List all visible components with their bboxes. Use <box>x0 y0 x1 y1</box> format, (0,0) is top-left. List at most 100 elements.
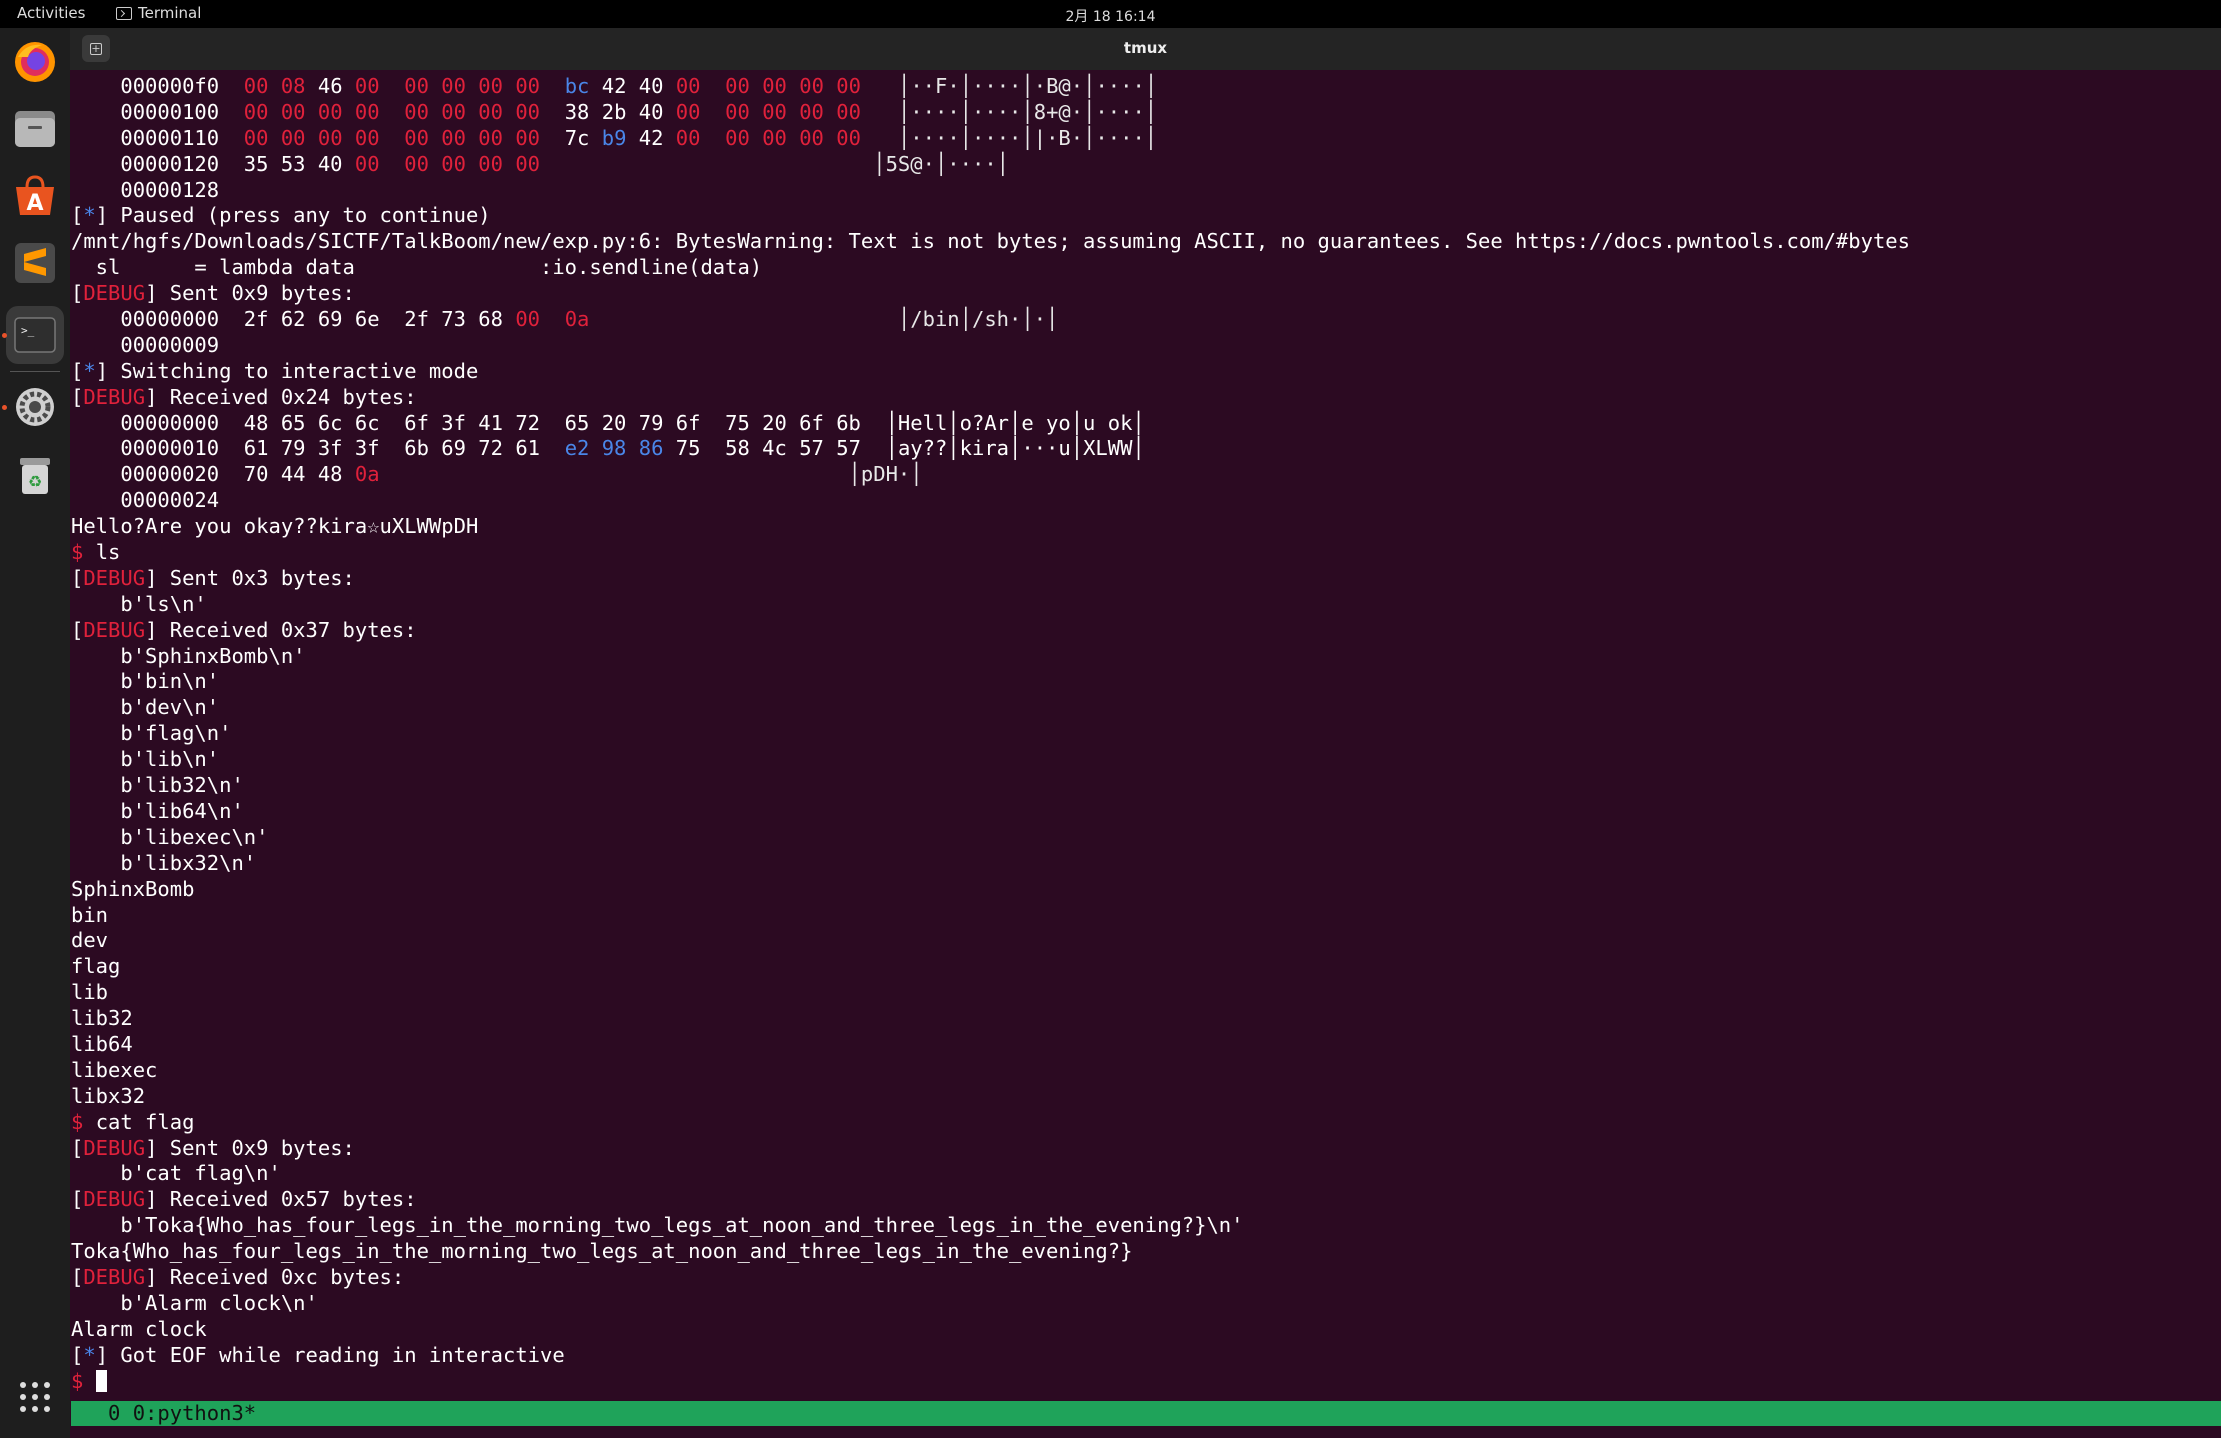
terminal-line: 00000010 61 79 3f 3f 6b 69 72 61 e2 98 8… <box>71 436 2221 462</box>
terminal-text: b'lib32\n' <box>71 773 244 798</box>
app-grid-icon <box>20 1382 50 1412</box>
terminal-text: 00 00 00 00 00 <box>675 125 861 150</box>
terminal-line: bin <box>71 903 2221 929</box>
dock-sublime-text[interactable] <box>6 234 64 292</box>
terminal-line: b'libexec\n' <box>71 825 2221 851</box>
terminal-output[interactable]: 000000f0 00 08 46 00 00 00 00 00 bc 42 4… <box>71 74 2221 1394</box>
terminal-line: libexec <box>71 1058 2221 1084</box>
terminal-text: DEBUG <box>83 384 146 409</box>
terminal-text: cat flag <box>95 1109 195 1134</box>
terminal-line: 00000128 <box>71 178 2221 204</box>
terminal-window: tmux 000000f0 00 08 46 00 00 00 00 00 bc… <box>70 28 2221 1438</box>
terminal-text: [ <box>71 384 84 409</box>
terminal-text: │/bin│/sh·│·│ <box>589 307 1059 332</box>
terminal-text: 00000020 70 44 48 <box>71 462 355 487</box>
terminal-line: 00000100 00 00 00 00 00 00 00 00 38 2b 4… <box>71 100 2221 126</box>
terminal-text: [ <box>71 1342 84 1367</box>
terminal-text: │····│····│|·B·│····│ <box>860 125 1158 150</box>
terminal-text: b'lib64\n' <box>71 798 244 823</box>
terminal-line: b'Toka{Who_has_four_legs_in_the_morning_… <box>71 1213 2221 1239</box>
terminal-line: lib32 <box>71 1006 2221 1032</box>
terminal-line: b'lib64\n' <box>71 799 2221 825</box>
clock[interactable]: 2月 18 16:14 <box>0 6 2221 26</box>
terminal-text: 75 58 4c 57 57 │ay??│kira│···u│XLWW│ <box>675 436 1145 461</box>
terminal-text: │··F·│····│·B@·│····│ <box>860 74 1158 98</box>
terminal-line: b'Alarm clock\n' <box>71 1291 2221 1317</box>
terminal-text: $ <box>71 540 96 565</box>
terminal-line: [DEBUG] Received 0x37 bytes: <box>71 618 2221 644</box>
terminal-text: │5S@·│····│ <box>540 151 1010 176</box>
dock-trash[interactable]: ♻ <box>6 446 64 504</box>
svg-text:A: A <box>26 191 43 216</box>
terminal-text: b'Alarm clock\n' <box>71 1290 318 1315</box>
dock-files[interactable] <box>6 100 64 158</box>
terminal-line: b'libx32\n' <box>71 851 2221 877</box>
terminal-text: 00000009 <box>71 332 220 357</box>
terminal-line: /mnt/hgfs/Downloads/SICTF/TalkBoom/new/e… <box>71 229 2221 255</box>
firefox-icon <box>15 42 55 82</box>
terminal-text: ] Received 0x24 bytes: <box>145 384 417 409</box>
terminal-line: 000000f0 00 08 46 00 00 00 00 00 bc 42 4… <box>71 74 2221 100</box>
files-icon <box>15 111 55 147</box>
terminal-text: sl = lambda data :io.sendline(data) <box>71 255 763 280</box>
terminal-text: ] Got EOF while reading in interactive <box>95 1342 565 1367</box>
terminal-text: bin <box>71 902 109 927</box>
terminal-line: [DEBUG] Received 0xc bytes: <box>71 1265 2221 1291</box>
terminal-line: lib64 <box>71 1032 2221 1058</box>
terminal-text: 00000110 <box>71 125 244 150</box>
dock-settings[interactable] <box>6 378 64 436</box>
terminal-line: flag <box>71 954 2221 980</box>
dock-separator <box>10 371 60 372</box>
terminal-text: libexec <box>71 1057 158 1082</box>
terminal-text: 00 0a <box>515 307 590 332</box>
terminal-line: [DEBUG] Received 0x24 bytes: <box>71 385 2221 411</box>
terminal-line: libx32 <box>71 1084 2221 1110</box>
terminal-text: lib32 <box>71 1006 133 1031</box>
terminal-line: b'ls\n' <box>71 592 2221 618</box>
terminal-text: b'libexec\n' <box>71 824 269 849</box>
terminal-text: DEBUG <box>83 281 146 306</box>
terminal-text: 00 08 <box>243 74 318 98</box>
terminal-text: ls <box>95 540 121 565</box>
terminal-text: SphinxBomb <box>71 876 195 901</box>
terminal-line: b'SphinxBomb\n' <box>71 644 2221 670</box>
terminal-text: Alarm clock <box>71 1316 207 1341</box>
terminal-line: 00000024 <box>71 488 2221 514</box>
terminal-text: lib <box>71 980 109 1005</box>
terminal-icon: >_ <box>14 317 56 353</box>
terminal-text: bc <box>564 74 602 98</box>
terminal-text: [ <box>71 1187 84 1212</box>
terminal-text: b'ls\n' <box>71 591 207 616</box>
terminal-text: b'cat flag\n' <box>71 1161 281 1186</box>
terminal-text: * <box>83 203 96 228</box>
prompt-line[interactable]: $ <box>71 1369 2221 1395</box>
terminal-line: 00000020 70 44 48 0a │pDH·│ <box>71 462 2221 488</box>
dock-show-apps[interactable] <box>6 1368 64 1426</box>
terminal-text: b'SphinxBomb\n' <box>71 643 306 668</box>
top-bar: Activities Terminal 2月 18 16:14 <box>0 0 2221 28</box>
dock-terminal[interactable]: >_ <box>6 306 64 364</box>
terminal-text: DEBUG <box>83 1187 146 1212</box>
terminal-text: libx32 <box>71 1083 146 1108</box>
terminal-line: [*] Got EOF while reading in interactive <box>71 1343 2221 1369</box>
terminal-text: │····│····│8+@·│····│ <box>860 99 1158 124</box>
terminal-text: [ <box>71 281 84 306</box>
terminal-line: [DEBUG] Received 0x57 bytes: <box>71 1187 2221 1213</box>
terminal-text: b'libx32\n' <box>71 850 257 875</box>
tmux-status-bar: 0 0:python3* <box>71 1401 2221 1426</box>
terminal-text: [ <box>71 1264 84 1289</box>
terminal-line: b'dev\n' <box>71 695 2221 721</box>
terminal-text: * <box>83 358 96 383</box>
terminal-text: 7c <box>564 125 602 150</box>
terminal-line: b'cat flag\n' <box>71 1161 2221 1187</box>
window-title: tmux <box>1123 39 1168 57</box>
dock-app-center[interactable]: A <box>6 167 64 225</box>
terminal-text: ] Received 0x37 bytes: <box>145 617 417 642</box>
terminal-line: b'lib32\n' <box>71 773 2221 799</box>
terminal-text: e2 98 86 <box>564 436 676 461</box>
app-center-icon: A <box>16 175 54 216</box>
running-indicator <box>2 333 7 338</box>
terminal-text: DEBUG <box>83 1135 146 1160</box>
dock-firefox[interactable] <box>6 33 64 91</box>
dock: A >_ ♻ <box>0 28 70 1438</box>
